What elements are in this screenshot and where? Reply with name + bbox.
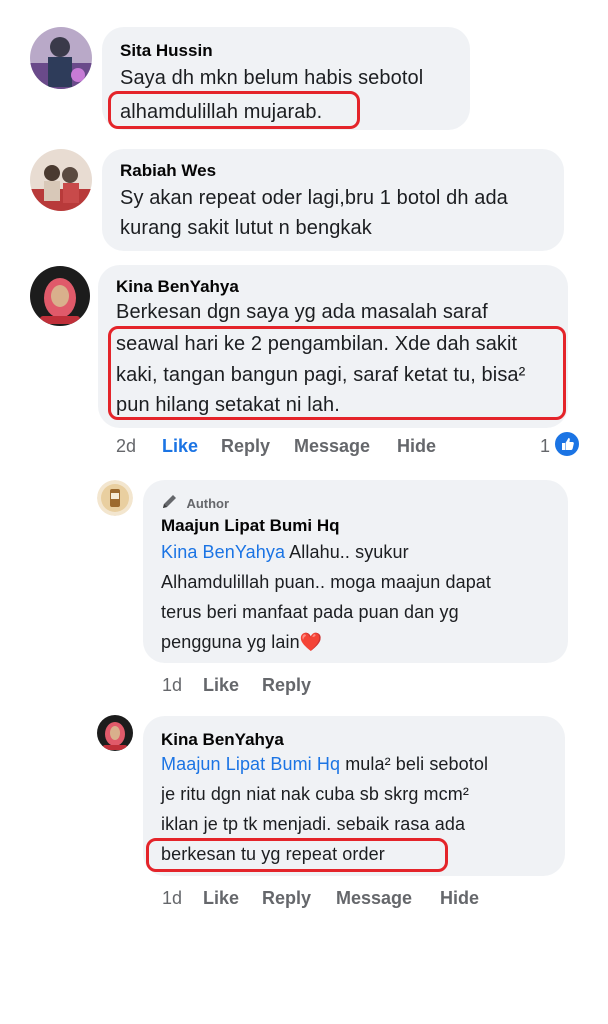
message-button[interactable]: Message [336, 888, 412, 909]
comment-text-line: Maajun Lipat Bumi Hq mula² beli sebotol [161, 754, 489, 774]
comment-text-line: Sy akan repeat oder lagi,bru 1 botol dh … [120, 187, 508, 209]
comment-text-line: terus beri manfaat pada puan dan yg [161, 602, 459, 622]
comment-author[interactable]: Rabiah Wes [120, 161, 216, 181]
comment-text-line: Alhamdulillah puan.. moga maajun dapat [161, 572, 492, 592]
comment-bubble: Author Maajun Lipat Bumi Hq Kina BenYahy… [143, 480, 568, 663]
avatar[interactable] [30, 149, 92, 211]
avatar[interactable] [30, 27, 92, 89]
comment-author[interactable]: Kina BenYahya [161, 730, 284, 750]
avatar[interactable] [97, 715, 133, 751]
avatar[interactable] [30, 266, 90, 326]
comment-bubble: Rabiah Wes Sy akan repeat oder lagi,bru … [102, 149, 564, 251]
hide-button[interactable]: Hide [397, 436, 436, 457]
highlight-box [108, 326, 566, 420]
reply-button[interactable]: Reply [221, 436, 270, 457]
highlight-box [108, 91, 360, 129]
hide-button[interactable]: Hide [440, 888, 479, 909]
comment-text-line: je ritu dgn niat nak cuba sb skrg mcm² [161, 784, 469, 804]
like-button[interactable]: Like [203, 675, 239, 696]
author-badge-label: Author [186, 496, 230, 511]
comment-text-line: Kina BenYahya Allahu.. syukur [161, 542, 409, 562]
comment-time[interactable]: 2d [116, 436, 136, 457]
comment-text-line: kurang sakit lutut n bengkak [120, 217, 372, 239]
comment-text-line: pengguna yg lain❤️ [161, 632, 323, 652]
reaction-count[interactable]: 1 [540, 436, 550, 457]
like-button[interactable]: Like [162, 436, 198, 457]
author-badge: Author [161, 492, 229, 515]
comment-time[interactable]: 1d [162, 675, 182, 696]
comment-author[interactable]: Kina BenYahya [116, 277, 239, 297]
mention-link[interactable]: Maajun Lipat Bumi Hq [161, 754, 340, 774]
heart-emoji: ❤️ [299, 632, 323, 652]
comment-text-line: Saya dh mkn belum habis sebotol [120, 67, 424, 89]
message-button[interactable]: Message [294, 436, 370, 457]
reply-button[interactable]: Reply [262, 888, 311, 909]
mention-link[interactable]: Kina BenYahya [161, 542, 285, 562]
comment-text-line: iklan je tp tk menjadi. sebaik rasa ada [161, 814, 466, 834]
pencil-icon [161, 492, 179, 515]
reply-button[interactable]: Reply [262, 675, 311, 696]
comment-author[interactable]: Sita Hussin [120, 41, 213, 61]
comment-time[interactable]: 1d [162, 888, 182, 909]
comment-author[interactable]: Maajun Lipat Bumi Hq [161, 516, 340, 536]
like-button[interactable]: Like [203, 888, 239, 909]
like-reaction-icon[interactable] [553, 430, 581, 458]
comment-text-line: Berkesan dgn saya yg ada masalah saraf [116, 301, 488, 323]
highlight-box [146, 838, 448, 872]
avatar[interactable] [97, 480, 133, 516]
